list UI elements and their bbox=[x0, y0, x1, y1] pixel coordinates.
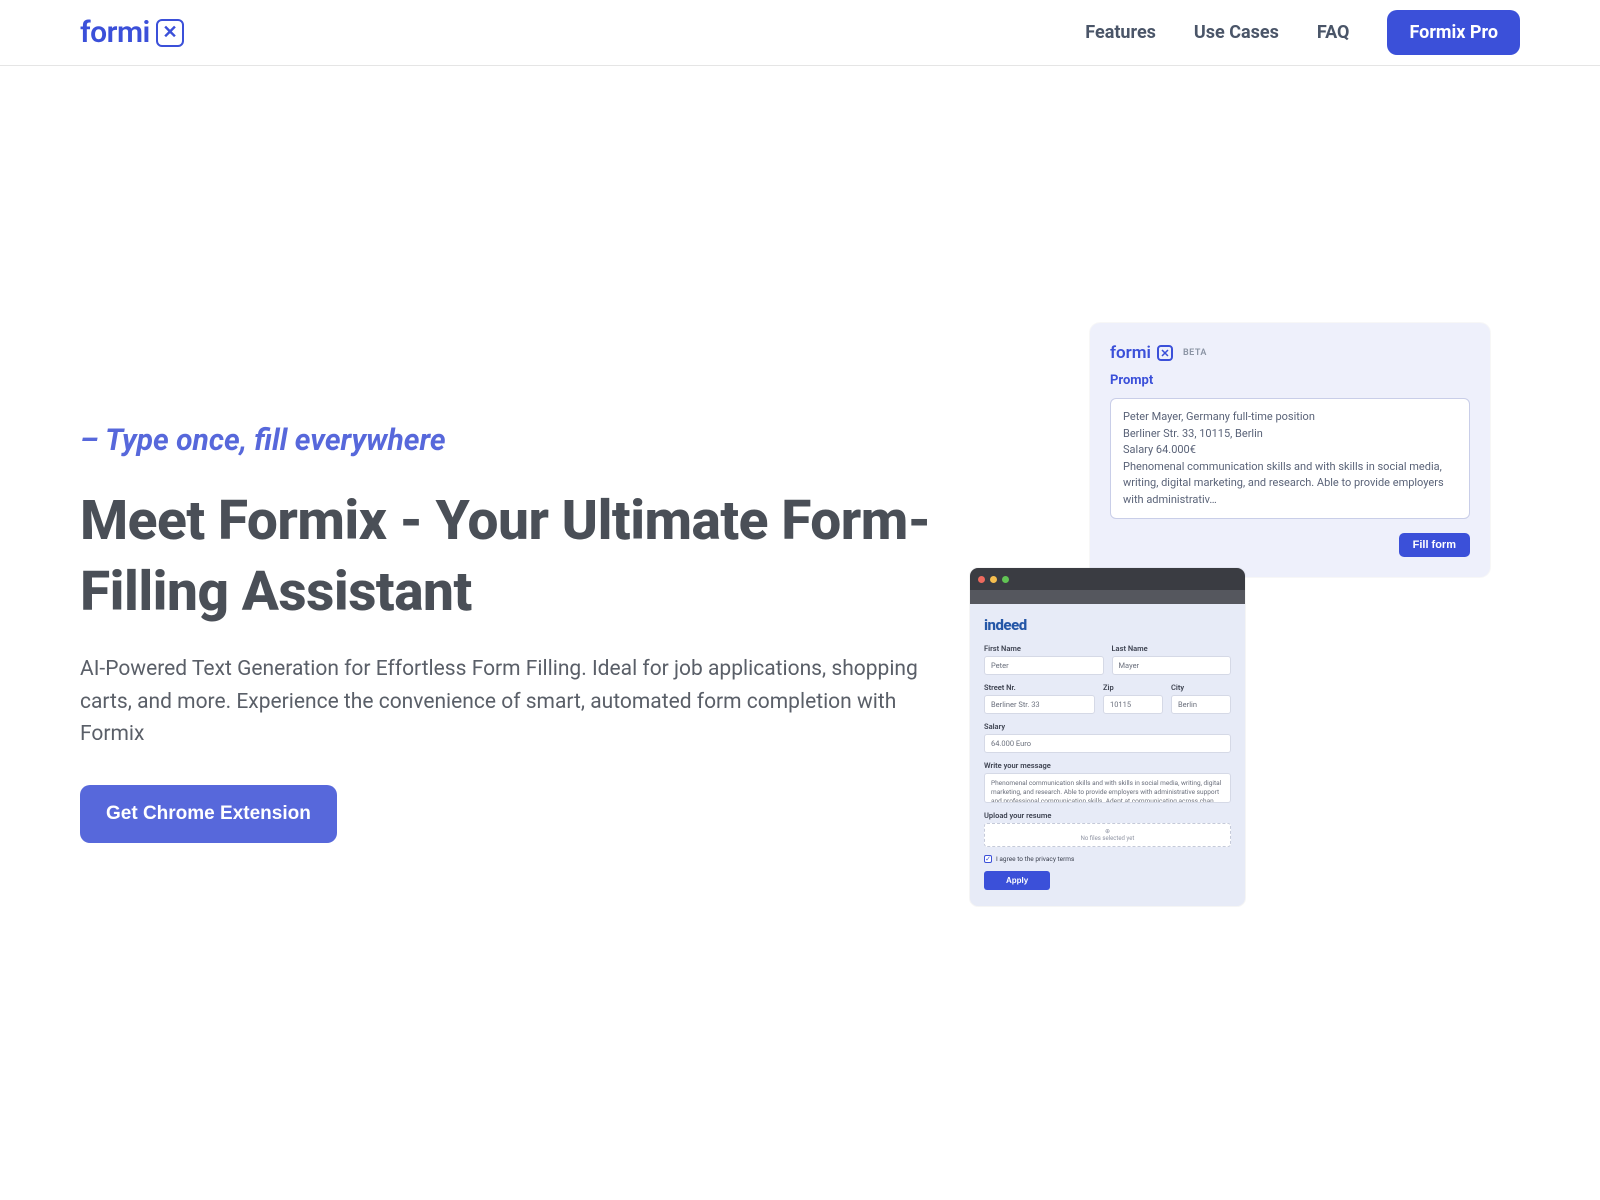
apply-button[interactable]: Apply bbox=[984, 871, 1050, 890]
prompt-card-logo-text: formi bbox=[1110, 343, 1151, 363]
zip-label: Zip bbox=[1103, 683, 1163, 692]
upload-hint: No files selected yet bbox=[1081, 835, 1135, 842]
brand-name: formi bbox=[80, 15, 150, 50]
city-label: City bbox=[1171, 683, 1231, 692]
prompt-line: Peter Mayer, Germany full-time position bbox=[1123, 409, 1457, 426]
hero-title: Meet Formix - Your Ultimate Form-Filling… bbox=[80, 486, 960, 627]
browser-titlebar bbox=[970, 568, 1245, 590]
nav-features[interactable]: Features bbox=[1085, 22, 1156, 43]
site-header: formi ✕ Features Use Cases FAQ Formix Pr… bbox=[0, 0, 1600, 66]
window-close-icon bbox=[978, 576, 985, 583]
checkbox-icon: ✓ bbox=[984, 855, 992, 863]
hero-tagline: – Type once, fill everywhere bbox=[80, 423, 960, 458]
street-field[interactable]: Berliner Str. 33 bbox=[984, 695, 1095, 714]
last-name-field[interactable]: Mayer bbox=[1112, 656, 1232, 675]
salary-field[interactable]: 64.000 Euro bbox=[984, 734, 1231, 753]
get-extension-button[interactable]: Get Chrome Extension bbox=[80, 785, 337, 843]
nav-faq[interactable]: FAQ bbox=[1317, 22, 1350, 43]
privacy-checkbox-row[interactable]: ✓ I agree to the privacy terms bbox=[984, 855, 1231, 863]
prompt-line: Berliner Str. 33, 10115, Berlin bbox=[1123, 426, 1457, 443]
street-label: Street Nr. bbox=[984, 683, 1095, 692]
window-zoom-icon bbox=[1002, 576, 1009, 583]
prompt-line: Phenomenal communication skills and with… bbox=[1123, 459, 1457, 509]
prompt-label: Prompt bbox=[1110, 373, 1470, 388]
upload-label: Upload your resume bbox=[984, 811, 1231, 820]
privacy-label: I agree to the privacy terms bbox=[996, 855, 1074, 863]
message-label: Write your message bbox=[984, 761, 1231, 770]
prompt-line: Salary 64.000€ bbox=[1123, 442, 1457, 459]
zip-field[interactable]: 10115 bbox=[1103, 695, 1163, 714]
form-body: indeed First Name Peter Last Name Mayer … bbox=[970, 604, 1245, 906]
brand-mark-icon: ✕ bbox=[156, 19, 184, 47]
hero-section: – Type once, fill everywhere Meet Formix… bbox=[0, 66, 1600, 1200]
main-nav: Features Use Cases FAQ Formix Pro bbox=[1085, 10, 1520, 55]
hero-subtitle: AI-Powered Text Generation for Effortles… bbox=[80, 653, 920, 751]
indeed-logo: indeed bbox=[984, 616, 1231, 634]
city-field[interactable]: Berlin bbox=[1171, 695, 1231, 714]
browser-address-bar bbox=[970, 590, 1245, 604]
fill-form-button[interactable]: Fill form bbox=[1399, 533, 1470, 557]
first-name-label: First Name bbox=[984, 644, 1104, 653]
window-minimize-icon bbox=[990, 576, 997, 583]
beta-badge: BETA bbox=[1183, 348, 1207, 358]
upload-icon: ⊕ bbox=[1105, 828, 1110, 835]
hero-copy: – Type once, fill everywhere Meet Formix… bbox=[80, 423, 960, 842]
first-name-field[interactable]: Peter bbox=[984, 656, 1104, 675]
upload-dropzone[interactable]: ⊕ No files selected yet bbox=[984, 823, 1231, 847]
nav-use-cases[interactable]: Use Cases bbox=[1194, 22, 1279, 43]
prompt-card-logo: formi ✕ BETA bbox=[1110, 343, 1470, 363]
hero-illustration: formi ✕ BETA Prompt Peter Mayer, Germany… bbox=[1000, 353, 1460, 913]
last-name-label: Last Name bbox=[1112, 644, 1232, 653]
prompt-card: formi ✕ BETA Prompt Peter Mayer, Germany… bbox=[1090, 323, 1490, 577]
browser-form-card: indeed First Name Peter Last Name Mayer … bbox=[970, 568, 1245, 906]
brand-logo[interactable]: formi ✕ bbox=[80, 15, 184, 50]
nav-pro-button[interactable]: Formix Pro bbox=[1387, 10, 1520, 55]
salary-label: Salary bbox=[984, 722, 1231, 731]
prompt-card-logo-icon: ✕ bbox=[1157, 345, 1173, 361]
message-field[interactable]: Phenomenal communication skills and with… bbox=[984, 773, 1231, 803]
prompt-textarea[interactable]: Peter Mayer, Germany full-time position … bbox=[1110, 398, 1470, 519]
